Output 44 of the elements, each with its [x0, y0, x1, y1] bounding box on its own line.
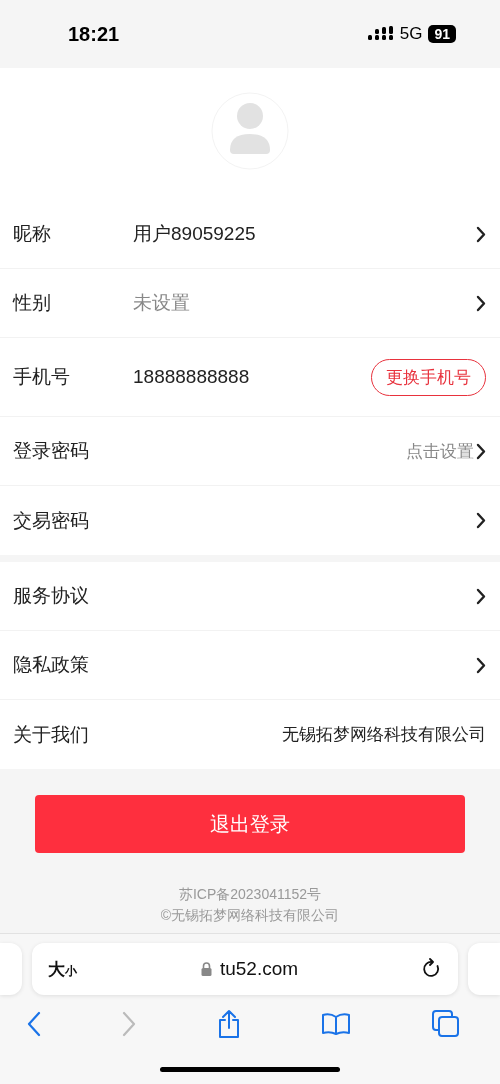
settings-row[interactable]: 手机号 18888888888 更换手机号 — [0, 338, 500, 417]
row-value: 用户89059225 — [133, 222, 256, 246]
row-hint: 点击设置 — [406, 440, 474, 463]
change-phone-button[interactable]: 更换手机号 — [371, 358, 486, 396]
settings-row[interactable]: 昵称 用户89059225 — [0, 200, 500, 269]
logout-button[interactable]: 退出登录 — [35, 795, 465, 853]
battery-indicator: 91 — [428, 25, 456, 43]
network-label: 5G — [399, 24, 423, 44]
row-value: 18888888888 — [133, 366, 250, 388]
text-size-button[interactable]: 大小 — [48, 957, 77, 981]
row-value: 未设置 — [133, 291, 190, 315]
row-label: 服务协议 — [13, 584, 90, 608]
chevron-right-icon — [476, 225, 486, 243]
row-label: 隐私政策 — [13, 653, 90, 677]
row-label: 登录密码 — [13, 439, 90, 463]
chevron-right-icon — [476, 512, 486, 529]
footer-text: 苏ICP备2023041152号 — [178, 886, 322, 904]
chevron-right-icon — [476, 587, 486, 605]
settings-row[interactable]: 服务协议 — [0, 562, 500, 631]
row-value: 无锡拓梦网络科技有限公司 — [282, 724, 486, 746]
share-icon[interactable] — [216, 1009, 241, 1039]
row-label: 昵称 — [13, 222, 52, 246]
row-label: 手机号 — [13, 365, 71, 389]
row-label: 交易密码 — [13, 508, 90, 533]
settings-row[interactable]: 隐私政策 — [0, 631, 500, 700]
row-label: 性别 — [13, 291, 52, 315]
reload-icon[interactable] — [422, 958, 442, 980]
chevron-right-icon — [476, 656, 486, 674]
back-icon[interactable] — [27, 1011, 41, 1037]
settings-row[interactable]: 登录密码 点击设置 — [0, 417, 500, 486]
settings-row[interactable]: 关于我们 无锡拓梦网络科技有限公司 — [0, 700, 500, 769]
tabs-icon[interactable] — [432, 1010, 460, 1038]
footer-text: ©无锡拓梦网络科技有限公司 — [160, 907, 340, 925]
settings-row[interactable]: 性别 未设置 — [0, 269, 500, 338]
signal-icon — [367, 26, 394, 42]
address-bar[interactable]: 大小 tu52.com — [32, 943, 458, 995]
lock-icon — [200, 962, 212, 976]
chevron-right-icon — [476, 294, 486, 312]
row-label: 关于我们 — [13, 722, 90, 747]
book-icon[interactable] — [321, 1012, 352, 1036]
chevron-right-icon — [476, 442, 486, 460]
settings-row[interactable]: 交易密码 — [0, 486, 500, 555]
url-text: tu52.com — [219, 958, 299, 980]
status-time: 18:21 — [68, 22, 120, 46]
